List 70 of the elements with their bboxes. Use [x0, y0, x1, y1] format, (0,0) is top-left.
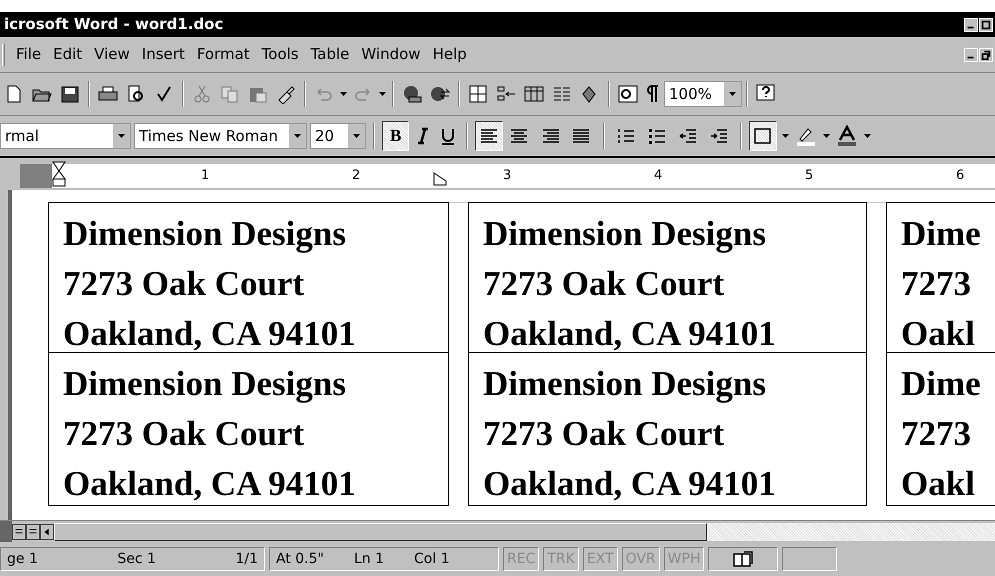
caret-icon[interactable]: [353, 134, 360, 138]
caret-icon[interactable]: [340, 92, 347, 96]
toolbar-toggle[interactable]: [475, 121, 504, 151]
tab-marker-icon[interactable]: [433, 172, 447, 186]
restore-icon[interactable]: [979, 48, 993, 62]
save-icon[interactable]: [59, 84, 81, 104]
zoom-dropdown[interactable]: 100%: [664, 81, 742, 107]
label-line: Dime: [901, 363, 982, 405]
label-line: Dime: [901, 213, 982, 255]
label-line: Oakl: [901, 313, 976, 352]
font-size-dropdown[interactable]: 20: [310, 123, 366, 149]
maximize-icon[interactable]: [979, 18, 993, 32]
caret-icon[interactable]: [782, 134, 790, 138]
ruler-number: 4: [654, 167, 662, 185]
label-line: Dimension Designs: [483, 363, 767, 405]
menu-item[interactable]: Table: [304, 43, 356, 66]
caret-icon[interactable]: [823, 134, 830, 138]
label-line: Dimension Designs: [63, 363, 347, 405]
horizontal-scrollbar[interactable]: [54, 522, 995, 540]
label-line: Oakland, CA 94101: [483, 313, 777, 352]
table-icon[interactable]: [467, 84, 489, 104]
menu-item[interactable]: Edit: [47, 43, 88, 66]
indent-marker-icon[interactable]: [52, 161, 66, 187]
menu-item[interactable]: Tools: [256, 43, 305, 66]
toolbar-toggle[interactable]: B: [382, 121, 410, 151]
book-icon[interactable]: [732, 550, 754, 568]
label-line: 7273: [901, 263, 972, 305]
globe-icon[interactable]: [401, 84, 423, 104]
label-line: 7273 Oak Court: [483, 413, 726, 455]
caret-icon[interactable]: [379, 92, 386, 96]
globe-arrow-icon[interactable]: [429, 84, 451, 104]
label-line: 7273 Oak Court: [63, 413, 306, 455]
label-line: Oakland, CA 94101: [63, 463, 357, 505]
worksheet-icon[interactable]: [523, 84, 545, 104]
ruler-number: 5: [805, 167, 814, 185]
label-line: Dimension Designs: [483, 213, 767, 255]
label-line: Oakland, CA 94101: [483, 463, 777, 505]
ruler-number: 3: [503, 167, 512, 185]
menu-item[interactable]: View: [88, 43, 136, 66]
ruler-number: 6: [956, 167, 964, 185]
paragraph-mark-icon[interactable]: [646, 84, 660, 104]
label-line: Oakland, CA 94101: [63, 313, 357, 352]
minimize-icon[interactable]: [964, 18, 978, 32]
document-map-icon[interactable]: [617, 84, 639, 104]
label-line: Dimension Designs: [63, 213, 347, 255]
caret-icon[interactable]: [729, 92, 736, 96]
caret-icon[interactable]: [294, 134, 301, 138]
normal-view-icon[interactable]: [12, 524, 26, 540]
ruler-number: 2: [352, 167, 360, 185]
menu-item[interactable]: Help: [426, 43, 473, 66]
caret-icon[interactable]: [864, 134, 872, 138]
font-dropdown[interactable]: Times New Roman: [134, 123, 307, 149]
label-line: 7273 Oak Court: [483, 263, 726, 305]
menu-item[interactable]: File: [10, 43, 48, 66]
ruler-margin: [20, 164, 52, 188]
scroll-left-icon[interactable]: [40, 524, 54, 540]
label-line: Oakl: [901, 463, 976, 505]
style-dropdown[interactable]: rmal: [0, 123, 131, 149]
caret-icon[interactable]: [118, 134, 125, 138]
minimize-icon[interactable]: [964, 48, 978, 62]
menu-item[interactable]: Window: [355, 43, 427, 66]
status-panel: [782, 547, 838, 571]
layout-view-icon[interactable]: [26, 524, 40, 540]
ruler-number: 1: [201, 167, 210, 185]
label-line: 7273 Oak Court: [63, 263, 306, 305]
label-line: 7273: [901, 413, 972, 455]
window-title: icrosoft Word - word1.doc: [4, 14, 224, 36]
menu-item[interactable]: Format: [190, 43, 256, 66]
menu-item[interactable]: Insert: [136, 43, 191, 66]
toolbar-toggle[interactable]: [749, 121, 778, 151]
